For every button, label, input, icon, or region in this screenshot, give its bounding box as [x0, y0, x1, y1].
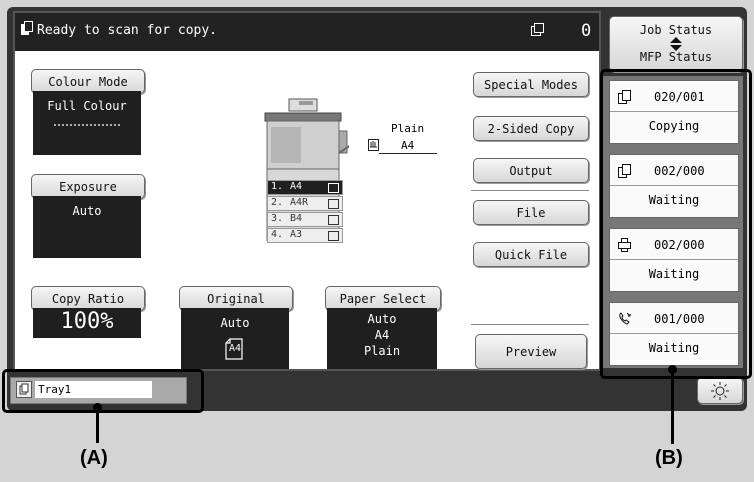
paper-select-panel: Auto A4 Plain	[327, 308, 437, 369]
copy-icon	[21, 21, 33, 35]
quick-file-button[interactable]: Quick File	[473, 242, 589, 267]
paper-stack-icon	[328, 231, 339, 241]
tray-row[interactable]: 3. B4	[267, 212, 343, 227]
divider	[471, 190, 589, 191]
original-panel: Auto A4	[181, 308, 289, 369]
colour-mode-panel: Full Colour	[33, 91, 141, 155]
status-bar: Ready to scan for copy. 0	[15, 13, 599, 51]
exposure-panel: Auto	[33, 196, 141, 258]
job-status-label: Job Status	[639, 23, 713, 37]
callout-b-label: (B)	[655, 447, 683, 469]
paper-line-size: A4	[374, 328, 390, 342]
copy-count: 0	[581, 21, 592, 41]
paper-stack-icon	[328, 215, 339, 225]
callout-b-frame	[600, 69, 752, 379]
divider	[471, 324, 589, 325]
copy-ratio-value: 100%	[60, 309, 114, 334]
output-underline	[379, 153, 437, 154]
colour-mode-value: Full Colour	[47, 99, 127, 113]
original-value: Auto	[220, 316, 250, 330]
document-icon: A4	[225, 338, 243, 360]
mfp-status-label: MFP Status	[639, 50, 713, 64]
output-paper-size: A4	[401, 139, 415, 152]
paper-stack-icon	[328, 183, 339, 193]
two-sided-copy-button[interactable]: 2-Sided Copy	[473, 116, 589, 141]
output-button[interactable]: Output	[473, 158, 589, 183]
tray-row[interactable]: 4. A3	[267, 228, 343, 243]
paper-line-type: Plain	[363, 344, 401, 358]
paper-stack-icon	[328, 199, 339, 209]
status-message: Ready to scan for copy.	[37, 23, 218, 38]
job-status-button[interactable]: Job Status MFP Status	[609, 16, 743, 72]
preview-button[interactable]: Preview	[475, 334, 587, 369]
callout-a-leader	[96, 407, 99, 443]
output-paper-type: Plain	[391, 122, 425, 135]
job-count-icon	[531, 23, 544, 36]
tray-row[interactable]: 1. A4	[267, 180, 343, 195]
file-button[interactable]: File	[473, 200, 589, 225]
callout-b-dot	[668, 365, 677, 374]
colour-indicator	[54, 124, 120, 128]
callout-a-dot	[93, 403, 102, 412]
copy-ratio-panel: 100%	[33, 308, 141, 338]
callout-b-leader	[671, 370, 674, 444]
callout-a-label: (A)	[80, 447, 108, 469]
output-tray-icon	[368, 139, 379, 151]
callout-a-frame	[2, 369, 204, 413]
tray-row[interactable]: 2. A4R	[267, 196, 343, 211]
original-size: A4	[229, 343, 242, 354]
paper-line-source: Auto	[367, 312, 397, 326]
special-modes-button[interactable]: Special Modes	[473, 72, 589, 97]
copy-screen: Ready to scan for copy. 0 Colour Mode Fu…	[13, 11, 601, 371]
sun-icon	[711, 381, 729, 400]
tray-list: 1. A4 2. A4R 3. B4 4. A3	[267, 180, 343, 244]
brightness-button[interactable]	[697, 377, 743, 404]
toggle-arrows-icon	[670, 37, 682, 51]
exposure-value: Auto	[72, 204, 102, 218]
